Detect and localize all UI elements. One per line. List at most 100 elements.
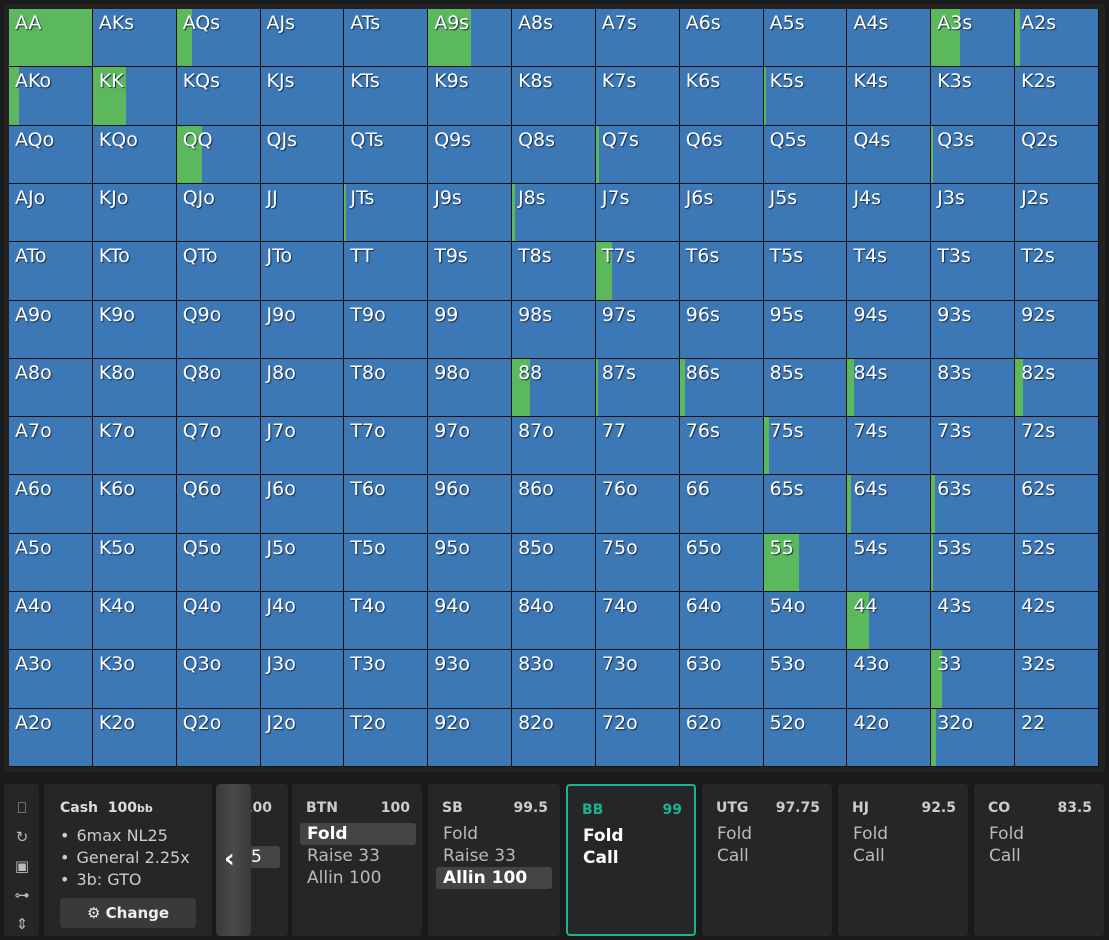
hand-cell[interactable]: 32o (931, 708, 1015, 766)
hand-cell[interactable]: K5s (763, 67, 847, 125)
hand-cell[interactable]: AKo (9, 67, 92, 125)
hand-cell[interactable]: A9o (9, 300, 92, 358)
hand-cell[interactable]: A7o (9, 417, 92, 475)
hand-cell[interactable]: Q2o (176, 708, 260, 766)
action-fold[interactable]: Fold (982, 823, 1098, 845)
change-button[interactable]: ⚙ Change (60, 898, 196, 928)
hand-cell[interactable]: A8s (512, 9, 595, 67)
hand-cell[interactable]: 87o (512, 417, 595, 475)
hand-cell[interactable]: AJo (9, 183, 92, 242)
hand-cell[interactable]: K3s (931, 67, 1015, 125)
position-co[interactable]: CO 83.5 Fold Call (974, 784, 1104, 936)
hand-cell[interactable]: 85o (512, 533, 595, 592)
action-call[interactable]: Call (846, 845, 962, 867)
hand-cell[interactable]: AKs (92, 9, 176, 67)
hand-cell[interactable]: 96s (679, 300, 763, 358)
hand-cell[interactable]: 83s (931, 358, 1015, 417)
hand-cell[interactable]: 65o (679, 533, 763, 592)
hand-cell[interactable]: T5o (344, 533, 428, 592)
hand-cell[interactable]: KJs (260, 67, 344, 125)
hand-cell[interactable]: T2s (1015, 242, 1098, 300)
hand-cell[interactable]: AQo (9, 125, 92, 183)
action-call[interactable]: Call (982, 845, 1098, 867)
hand-cell[interactable]: A6o (9, 475, 92, 533)
hand-cell[interactable]: 54o (763, 592, 847, 650)
hand-cell[interactable]: Q4o (176, 592, 260, 650)
hand-cell[interactable]: JTs (344, 183, 428, 242)
hand-cell[interactable]: J3o (260, 650, 344, 708)
hand-cell[interactable]: 86o (512, 475, 595, 533)
hand-cell[interactable]: 87s (595, 358, 679, 417)
position-hj[interactable]: HJ 92.5 Fold Call (838, 784, 968, 936)
hand-cell[interactable]: K6o (92, 475, 176, 533)
hand-cell[interactable]: 52s (1015, 533, 1098, 592)
hand-cell[interactable]: 92o (428, 708, 512, 766)
hand-cell[interactable]: AA (9, 9, 92, 67)
hand-cell[interactable]: A4s (847, 9, 931, 67)
hand-cell[interactable]: 63o (679, 650, 763, 708)
gamepad-icon[interactable]: ⊶ (12, 885, 32, 905)
hand-cell[interactable]: 76s (679, 417, 763, 475)
hand-cell[interactable]: KTs (344, 67, 428, 125)
hand-cell[interactable]: K3o (92, 650, 176, 708)
hand-cell[interactable]: T6s (679, 242, 763, 300)
hand-cell[interactable]: 98o (428, 358, 512, 417)
hand-cell[interactable]: J2o (260, 708, 344, 766)
hand-cell[interactable]: 44 (847, 592, 931, 650)
hand-cell[interactable]: K8s (512, 67, 595, 125)
hand-cell[interactable]: JTo (260, 242, 344, 300)
hand-cell[interactable]: A3s (931, 9, 1015, 67)
action-raise[interactable]: Raise 33 (436, 845, 552, 867)
hand-cell[interactable]: J4o (260, 592, 344, 650)
hand-cell[interactable]: 76o (595, 475, 679, 533)
hand-cell[interactable]: A5o (9, 533, 92, 592)
hand-cell[interactable]: KTo (92, 242, 176, 300)
hand-cell[interactable]: J8s (512, 183, 595, 242)
hand-cell[interactable]: 73s (931, 417, 1015, 475)
hand-cell[interactable]: Q2s (1015, 125, 1098, 183)
hand-cell[interactable]: 53s (931, 533, 1015, 592)
hand-cell[interactable]: 72s (1015, 417, 1098, 475)
hand-cell[interactable]: Q8o (176, 358, 260, 417)
action-fold[interactable]: Fold (436, 823, 552, 845)
hand-cell[interactable]: QQ (176, 125, 260, 183)
hand-cell[interactable]: 95o (428, 533, 512, 592)
hand-cell[interactable]: 22 (1015, 708, 1098, 766)
position-bb[interactable]: BB 99 Fold Call (566, 784, 696, 936)
hand-cell[interactable]: 62s (1015, 475, 1098, 533)
hand-cell[interactable]: 96o (428, 475, 512, 533)
hand-cell[interactable]: J3s (931, 183, 1015, 242)
hand-cell[interactable]: T4o (344, 592, 428, 650)
hand-cell[interactable]: 82o (512, 708, 595, 766)
hand-cell[interactable]: A6s (679, 9, 763, 67)
hand-cell[interactable]: 99 (428, 300, 512, 358)
hand-cell[interactable]: TT (344, 242, 428, 300)
hand-cell[interactable]: 54s (847, 533, 931, 592)
hand-cell[interactable]: 94o (428, 592, 512, 650)
hand-cell[interactable]: JJ (260, 183, 344, 242)
scroll-left-handle[interactable]: ‹ (216, 784, 251, 936)
hand-cell[interactable]: Q9o (176, 300, 260, 358)
hand-cell[interactable]: AJs (260, 9, 344, 67)
hand-cell[interactable]: K8o (92, 358, 176, 417)
hand-cell[interactable]: ATs (344, 9, 428, 67)
hand-cell[interactable]: 85s (763, 358, 847, 417)
action-call[interactable]: Call (576, 847, 692, 869)
hand-cell[interactable]: 77 (595, 417, 679, 475)
hand-cell[interactable]: J7s (595, 183, 679, 242)
action-fold[interactable]: Fold (576, 825, 692, 847)
hand-cell[interactable]: T8o (344, 358, 428, 417)
hand-cell[interactable]: T8s (512, 242, 595, 300)
save-icon[interactable]: ▣ (12, 856, 32, 876)
hand-cell[interactable]: 95s (763, 300, 847, 358)
hand-cell[interactable]: A7s (595, 9, 679, 67)
hand-cell[interactable]: J9o (260, 300, 344, 358)
hand-cell[interactable]: Q4s (847, 125, 931, 183)
hand-cell[interactable]: T7s (595, 242, 679, 300)
hand-cell[interactable]: 43o (847, 650, 931, 708)
hand-cell[interactable]: A4o (9, 592, 92, 650)
hand-cell[interactable]: T6o (344, 475, 428, 533)
hand-cell[interactable]: QTs (344, 125, 428, 183)
hand-cell[interactable]: A2o (9, 708, 92, 766)
hand-cell[interactable]: A2s (1015, 9, 1098, 67)
